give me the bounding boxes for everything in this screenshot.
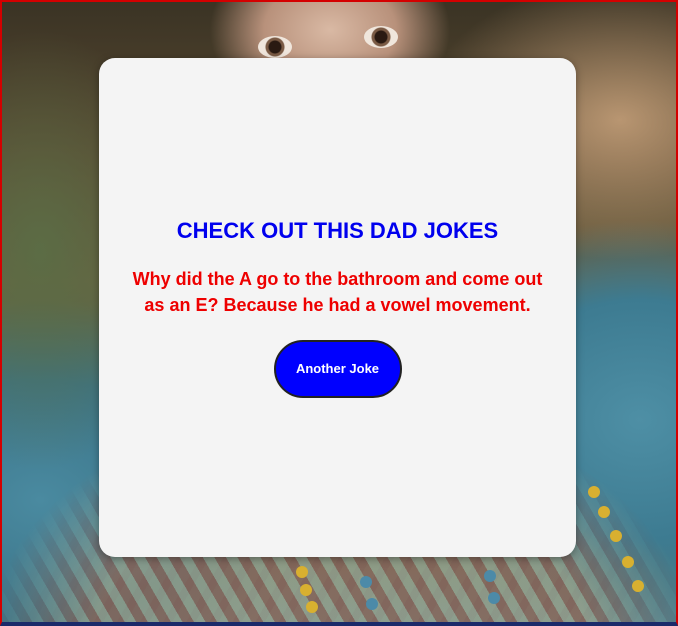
background-bead [610, 530, 622, 542]
card-title: CHECK OUT THIS DAD JOKES [176, 217, 499, 243]
background-bead [484, 570, 496, 582]
background-bead [598, 506, 610, 518]
background-bead [588, 486, 600, 498]
background-bead [632, 580, 644, 592]
background-bead [488, 592, 500, 604]
background-bead [360, 576, 372, 588]
background-bead [300, 584, 312, 596]
background-bead [296, 566, 308, 578]
background-bead [366, 598, 378, 610]
joke-card: CHECK OUT THIS DAD JOKES Why did the A g… [99, 58, 576, 557]
background-eye-left [258, 36, 292, 58]
another-joke-button[interactable]: Another Joke [273, 339, 402, 398]
background-bead [622, 556, 634, 568]
background-eye-right [364, 26, 398, 48]
joke-text: Why did the A go to the bathroom and com… [132, 268, 543, 315]
background-bead [306, 601, 318, 613]
